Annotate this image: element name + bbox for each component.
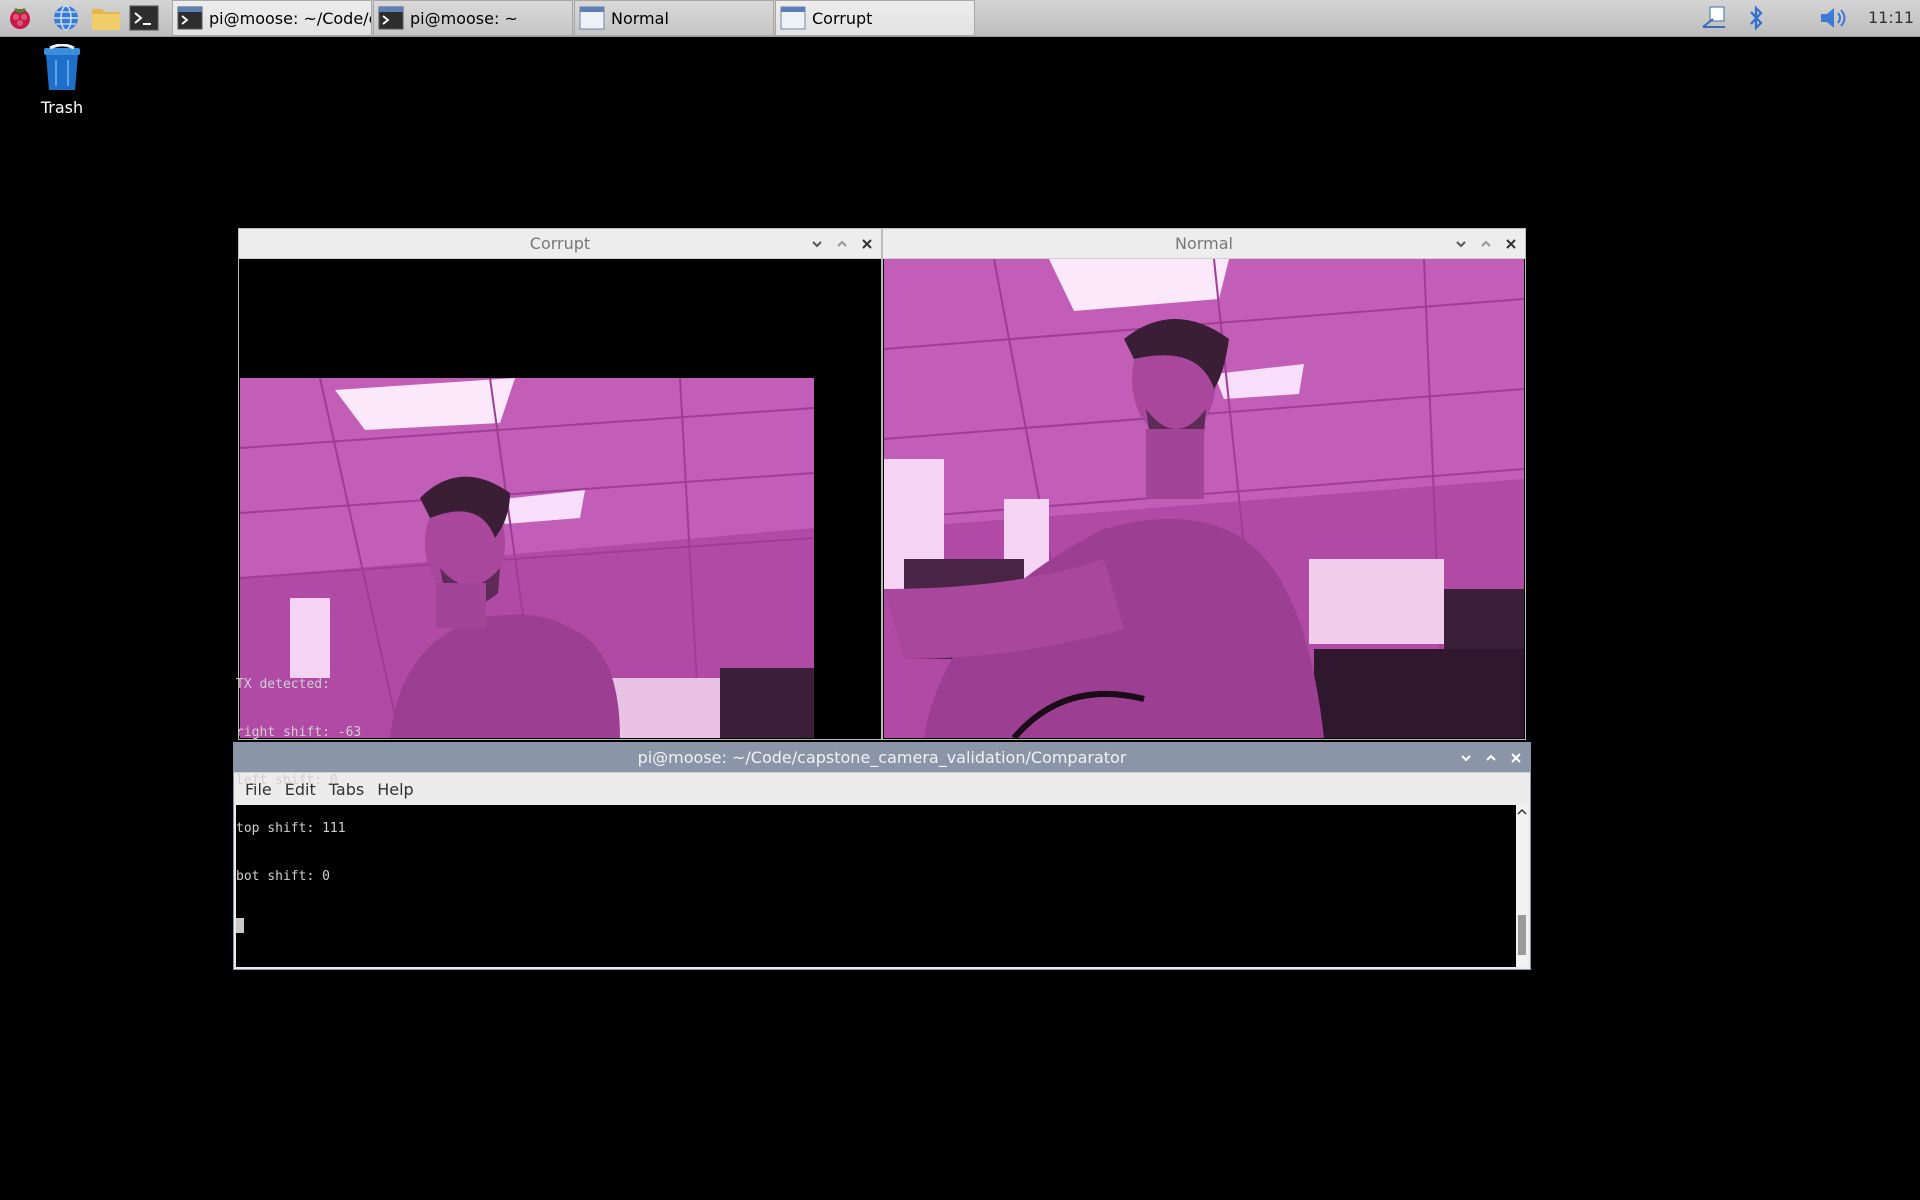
close-icon <box>1511 752 1521 763</box>
task-terminal-comparator[interactable]: pi@moose: ~/Code/c... <box>172 0 372 36</box>
maximize-button[interactable] <box>1483 750 1499 766</box>
terminal-window: pi@moose: ~/Code/capstone_camera_validat… <box>233 677 1531 970</box>
clock[interactable]: 11:11 <box>1868 0 1914 36</box>
terminal-line: left shift: 0 <box>236 773 338 788</box>
raspberry-menu-icon[interactable] <box>4 3 36 33</box>
terminal-titlebar[interactable]: pi@moose: ~/Code/capstone_camera_validat… <box>234 743 1530 773</box>
close-button[interactable] <box>859 236 875 252</box>
maximize-button[interactable] <box>834 236 850 252</box>
terminal-scrollbar[interactable] <box>1516 805 1528 967</box>
close-button[interactable] <box>1508 750 1524 766</box>
terminal-line: top shift: 111 <box>236 821 346 836</box>
terminal-icon <box>378 6 404 30</box>
trash-label: Trash <box>40 98 84 117</box>
maximize-button[interactable] <box>1478 236 1494 252</box>
chevron-up-icon <box>1486 754 1496 761</box>
terminal-menubar: File Edit Tabs Help <box>234 773 1530 805</box>
terminal-icon[interactable] <box>128 3 160 33</box>
bluetooth-icon[interactable] <box>1744 5 1768 31</box>
file-manager-icon[interactable] <box>90 3 122 33</box>
terminal-line: TX detected: <box>236 677 330 692</box>
task-normal[interactable]: Normal <box>574 0 774 36</box>
window-title: Normal <box>1175 234 1233 253</box>
task-corrupt[interactable]: Corrupt <box>775 0 975 36</box>
corrupt-titlebar[interactable]: Corrupt <box>239 229 881 259</box>
task-label: Corrupt <box>812 8 873 28</box>
minimize-button[interactable] <box>809 236 825 252</box>
terminal-line: bot shift: 0 <box>236 869 330 884</box>
normal-window: Normal <box>882 228 1526 740</box>
minimize-button[interactable] <box>1458 750 1474 766</box>
close-button[interactable] <box>1503 236 1519 252</box>
terminal-icon <box>177 6 203 30</box>
chevron-up-icon <box>1481 240 1491 247</box>
minimize-button[interactable] <box>1453 236 1469 252</box>
window-icon <box>579 6 605 30</box>
close-icon <box>1506 238 1516 249</box>
chevron-down-icon <box>812 240 822 247</box>
menu-help[interactable]: Help <box>375 780 415 799</box>
browser-icon[interactable] <box>50 3 82 33</box>
trash-icon <box>44 43 80 90</box>
file-transfer-icon[interactable] <box>1700 5 1730 31</box>
task-terminal-home[interactable]: pi@moose: ~ <box>373 0 573 36</box>
terminal-line: right shift: -63 <box>236 725 362 740</box>
volume-icon[interactable] <box>1816 5 1852 31</box>
taskbar: pi@moose: ~/Code/c... pi@moose: ~ Normal… <box>0 0 1920 37</box>
task-label: Normal <box>611 8 669 28</box>
task-label: pi@moose: ~/Code/c... <box>209 8 371 28</box>
terminal-cursor <box>236 918 244 933</box>
chevron-down-icon <box>1461 754 1471 761</box>
scroll-up-icon <box>1517 808 1527 815</box>
terminal-output[interactable]: TX detected: right shift: -63 left shift… <box>236 677 1516 967</box>
window-title: pi@moose: ~/Code/capstone_camera_validat… <box>637 748 1127 767</box>
normal-titlebar[interactable]: Normal <box>883 229 1525 259</box>
normal-camera-frame <box>884 259 1524 738</box>
window-title: Corrupt <box>529 234 591 253</box>
window-icon <box>780 6 806 30</box>
close-icon <box>862 238 872 249</box>
chevron-up-icon <box>837 240 847 247</box>
trash-desktop-icon[interactable]: Trash <box>36 43 88 117</box>
task-label: pi@moose: ~ <box>410 8 518 28</box>
scroll-thumb[interactable] <box>1518 915 1526 955</box>
chevron-down-icon <box>1456 240 1466 247</box>
